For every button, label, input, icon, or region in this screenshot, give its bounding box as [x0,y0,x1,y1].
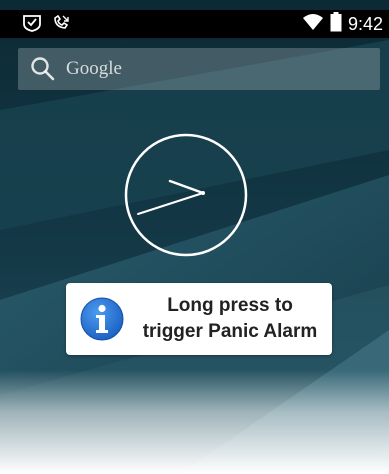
toast-line-2: trigger Panic Alarm [142,321,318,342]
analog-clock[interactable] [123,132,249,258]
hour-hand [168,179,205,195]
minute-hand [137,192,204,215]
home-screen: 9:42 Google Long press to trigger Panic … [0,0,389,474]
shield-check-icon [22,14,42,36]
wifi-icon [302,13,324,35]
status-bar: 9:42 [0,10,389,38]
status-time: 9:42 [347,14,383,34]
toast-message: Long press to trigger Panic Alarm [132,293,328,345]
dock-area [0,370,389,474]
google-search-bar[interactable]: Google [18,48,380,90]
toast-line-1: Long press to [167,295,293,316]
battery-icon [330,12,342,36]
phone-missed-icon [52,14,70,36]
search-icon [30,56,56,82]
panic-alarm-toast: Long press to trigger Panic Alarm [66,283,332,355]
info-icon [80,297,124,341]
clock-center [201,191,205,195]
search-label: Google [66,58,122,79]
clock-face [124,133,248,257]
